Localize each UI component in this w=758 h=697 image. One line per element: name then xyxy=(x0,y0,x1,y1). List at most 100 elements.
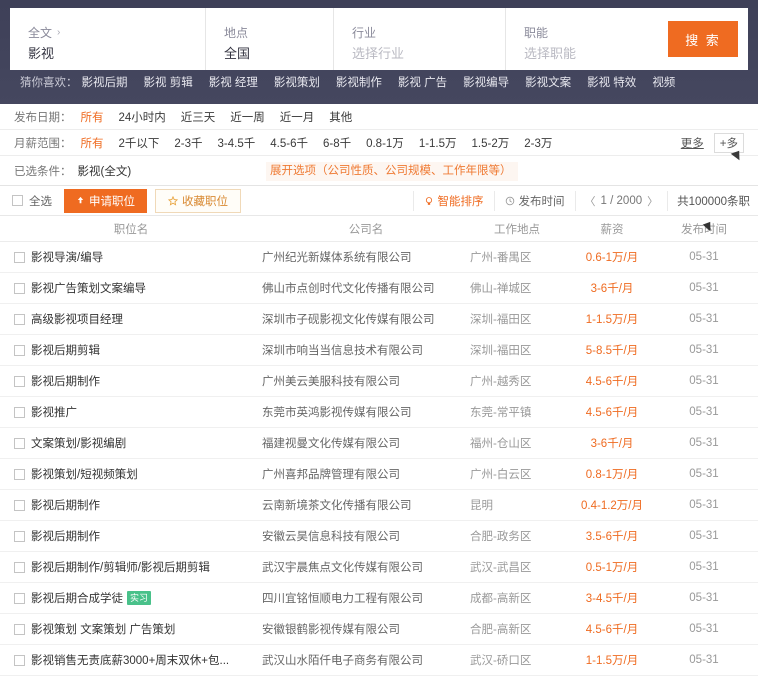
row-checkbox[interactable] xyxy=(14,530,25,542)
job-title-link[interactable]: 影视策划/短视频策划 xyxy=(31,466,138,482)
row-checkbox[interactable] xyxy=(14,499,25,511)
filter-salary-option-1[interactable]: 2千以下 xyxy=(119,135,160,151)
keyword-input[interactable]: 影视 xyxy=(28,44,205,64)
filter-salary-option-9[interactable]: 2-3万 xyxy=(524,135,552,151)
filter-date-option-1[interactable]: 24小时内 xyxy=(119,109,166,125)
filter-expand-button[interactable]: +多 xyxy=(713,132,744,162)
filter-date-option-2[interactable]: 近三天 xyxy=(181,109,216,125)
job-title-link[interactable]: 影视后期制作 xyxy=(31,528,100,544)
job-title-link[interactable]: 影视推广 xyxy=(31,404,77,420)
filter-salary-option-6[interactable]: 0.8-1万 xyxy=(366,135,404,151)
keyword-field[interactable]: 全文 › 影视 xyxy=(10,8,206,70)
filter-salary-option-0[interactable]: 所有 xyxy=(81,135,104,151)
filter-salary-option-3[interactable]: 3-4.5千 xyxy=(218,135,256,151)
apply-job-button[interactable]: 申请职位 xyxy=(64,188,147,213)
select-all-checkbox[interactable] xyxy=(12,195,23,206)
company-link[interactable]: 深圳市响当当信息技术有限公司 xyxy=(262,345,423,357)
favorite-job-button[interactable]: 收藏职位 xyxy=(155,188,241,213)
select-all-control[interactable]: 全选 xyxy=(12,193,52,209)
row-checkbox[interactable] xyxy=(14,561,25,573)
hot-keyword-5[interactable]: 影视 广告 xyxy=(398,74,447,90)
job-title-link[interactable]: 影视后期制作 xyxy=(31,497,100,513)
row-checkbox[interactable] xyxy=(14,437,25,449)
hot-keyword-0[interactable]: 影视后期 xyxy=(82,74,128,90)
company-link[interactable]: 武汉山水陌仟电子商务有限公司 xyxy=(262,655,423,667)
industry-value[interactable]: 选择行业 xyxy=(352,44,505,64)
row-checkbox[interactable] xyxy=(14,406,25,418)
company-link[interactable]: 武汉宇晨焦点文化传媒有限公司 xyxy=(262,562,423,574)
filter-salary-option-8[interactable]: 1.5-2万 xyxy=(472,135,510,151)
table-row[interactable]: 影视后期合成学徒 实习 四川宜铭恒顺电力工程有限公司 成都-高新区 3-4.5千/月 05… xyxy=(0,583,758,614)
keyword-label-row[interactable]: 全文 › xyxy=(28,24,205,42)
company-link[interactable]: 四川宜铭恒顺电力工程有限公司 xyxy=(262,593,423,605)
table-row[interactable]: 高级影视项目经理 深圳市子砚影视文化传媒有限公司 深圳-福田区 1-1.5万/月 05-… xyxy=(0,304,758,335)
company-link[interactable]: 广州喜邦品牌管理有限公司 xyxy=(262,469,400,481)
company-link[interactable]: 东莞市英鸿影视传媒有限公司 xyxy=(262,407,412,419)
hot-keyword-2[interactable]: 影视 经理 xyxy=(209,74,258,90)
hot-keyword-9[interactable]: 视频 xyxy=(652,74,675,90)
job-title-link[interactable]: 影视策划 文案策划 广告策划 xyxy=(31,621,175,637)
company-link[interactable]: 广州纪光新媒体系统有限公司 xyxy=(262,252,412,264)
filter-salary-option-2[interactable]: 2-3千 xyxy=(174,135,202,151)
company-link[interactable]: 福建视曼文化传媒有限公司 xyxy=(262,438,400,450)
table-row[interactable]: 影视后期制作 云南新境茶文化传播有限公司 昆明 0.4-1.2万/月 05-31 xyxy=(0,490,758,521)
row-checkbox[interactable] xyxy=(14,375,25,387)
hot-keyword-7[interactable]: 影视文案 xyxy=(525,74,571,90)
table-row[interactable]: 影视后期制作 广州美云美服科技有限公司 广州-越秀区 4.5-6千/月 05-31 xyxy=(0,366,758,397)
search-button[interactable]: 搜 索 xyxy=(668,21,738,57)
row-checkbox[interactable] xyxy=(14,468,25,480)
table-row[interactable]: 影视推广 东莞市英鸿影视传媒有限公司 东莞-常平镇 4.5-6千/月 05-31 xyxy=(0,397,758,428)
company-link[interactable]: 安徽云昊信息科技有限公司 xyxy=(262,531,400,543)
row-checkbox[interactable] xyxy=(14,251,25,263)
company-link[interactable]: 深圳市子砚影视文化传媒有限公司 xyxy=(262,314,435,326)
function-field[interactable]: 职能 选择职能 xyxy=(506,8,658,70)
filter-date-option-5[interactable]: 其他 xyxy=(329,109,352,125)
table-row[interactable]: 影视后期制作 安徽云昊信息科技有限公司 合肥-政务区 3.5-6千/月 05-31 xyxy=(0,521,758,552)
job-title-link[interactable]: 影视后期制作/剪辑师/影视后期剪辑 xyxy=(31,559,210,575)
job-title-link[interactable]: 影视导演/编导 xyxy=(31,249,103,265)
function-value[interactable]: 选择职能 xyxy=(524,44,658,64)
job-title-link[interactable]: 文案策划/影视编剧 xyxy=(31,435,126,451)
table-row[interactable]: 影视广告策划文案编导 佛山市点创时代文化传播有限公司 佛山-禅城区 3-6千/月 05-… xyxy=(0,273,758,304)
filter-date-option-0[interactable]: 所有 xyxy=(81,109,104,125)
table-row[interactable]: 文案策划/影视编剧 福建视曼文化传媒有限公司 福州-仓山区 3-6千/月 05-31 xyxy=(0,428,758,459)
table-row[interactable]: 影视导演/编导 广州纪光新媒体系统有限公司 广州-番禺区 0.6-1万/月 05-31 xyxy=(0,242,758,273)
hot-keyword-3[interactable]: 影视策划 xyxy=(274,74,320,90)
company-link[interactable]: 佛山市点创时代文化传播有限公司 xyxy=(262,283,435,295)
filter-salary-option-5[interactable]: 6-8千 xyxy=(323,135,351,151)
table-row[interactable]: 影视策划/短视频策划 广州喜邦品牌管理有限公司 广州-白云区 0.8-1万/月 05-3… xyxy=(0,459,758,490)
smart-sort-button[interactable]: 智能排序 xyxy=(412,190,494,211)
row-checkbox[interactable] xyxy=(14,592,25,604)
job-title-link[interactable]: 影视广告策划文案编导 xyxy=(31,280,146,296)
row-checkbox[interactable] xyxy=(14,282,25,294)
row-checkbox[interactable] xyxy=(14,344,25,356)
company-link[interactable]: 云南新境茶文化传播有限公司 xyxy=(262,500,412,512)
selected-condition-tag[interactable]: 影视(全文) xyxy=(78,163,132,179)
page-prev-button[interactable]: 〈 xyxy=(585,193,596,209)
hot-keyword-1[interactable]: 影视 剪辑 xyxy=(144,74,193,90)
row-checkbox[interactable] xyxy=(14,313,25,325)
job-title-link[interactable]: 影视销售无责底薪3000+周末双休+包... xyxy=(31,652,229,668)
filter-salary-option-4[interactable]: 4.5-6千 xyxy=(270,135,308,151)
table-row[interactable]: 影视销售无责底薪3000+周末双休+包... 武汉山水陌仟电子商务有限公司 武汉-硚… xyxy=(0,645,758,676)
page-next-button[interactable]: 〉 xyxy=(647,193,658,209)
company-link[interactable]: 广州美云美服科技有限公司 xyxy=(262,376,400,388)
industry-field[interactable]: 行业 选择行业 xyxy=(334,8,506,70)
job-title-link[interactable]: 影视后期剪辑 xyxy=(31,342,100,358)
job-title-link[interactable]: 高级影视项目经理 xyxy=(31,311,123,327)
city-value[interactable]: 全国 xyxy=(224,44,333,64)
row-checkbox[interactable] xyxy=(14,623,25,635)
city-field[interactable]: 地点 全国 xyxy=(206,8,334,70)
table-row[interactable]: 影视后期剪辑 深圳市响当当信息技术有限公司 深圳-福田区 5-8.5千/月 05-31 xyxy=(0,335,758,366)
filter-date-option-4[interactable]: 近一月 xyxy=(280,109,315,125)
hot-keyword-4[interactable]: 影视制作 xyxy=(336,74,382,90)
job-title-link[interactable]: 影视后期制作 xyxy=(31,373,100,389)
filter-salary-option-7[interactable]: 1-1.5万 xyxy=(419,135,457,151)
hot-keyword-6[interactable]: 影视编导 xyxy=(463,74,509,90)
publish-time-sort-button[interactable]: 发布时间 xyxy=(493,190,575,211)
table-row[interactable]: 影视后期制作/剪辑师/影视后期剪辑 武汉宇晨焦点文化传媒有限公司 武汉-武昌区 0.5… xyxy=(0,552,758,583)
table-row[interactable]: 影视策划 文案策划 广告策划 安徽银鹤影视传媒有限公司 合肥-高新区 4.5-6千/月… xyxy=(0,614,758,645)
job-title-link[interactable]: 影视后期合成学徒 xyxy=(31,590,123,606)
row-checkbox[interactable] xyxy=(14,654,25,666)
company-link[interactable]: 安徽银鹤影视传媒有限公司 xyxy=(262,624,400,636)
